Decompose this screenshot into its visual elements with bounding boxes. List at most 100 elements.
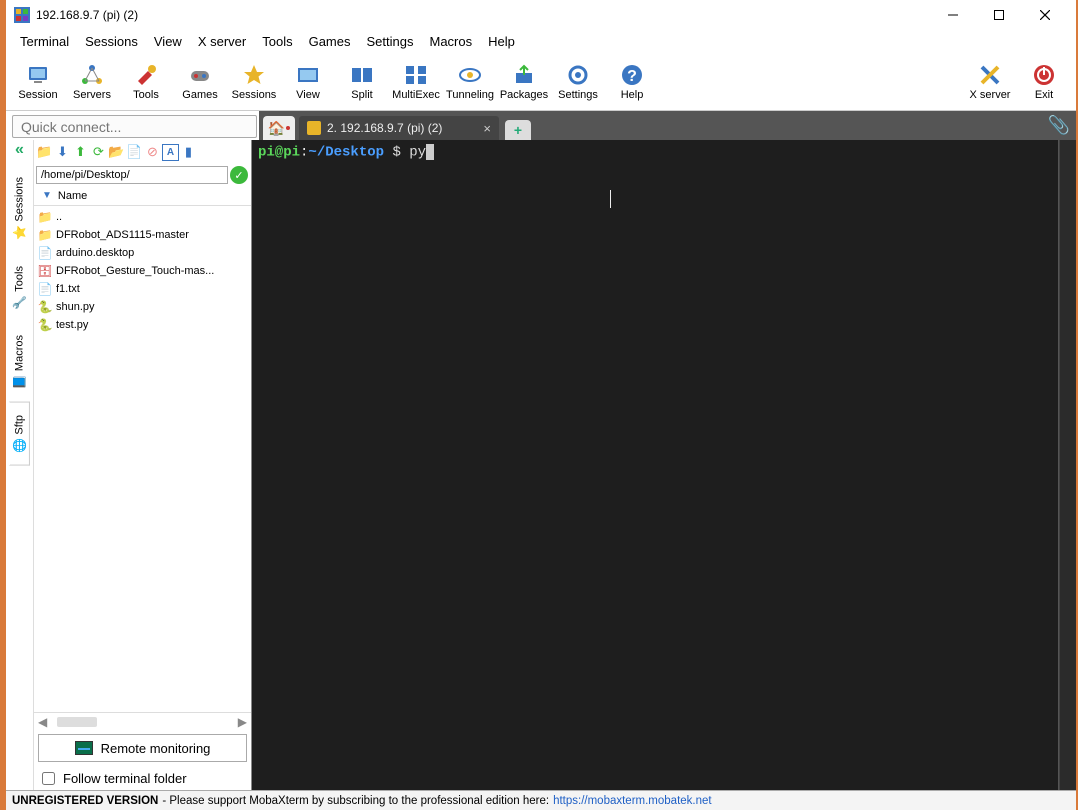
tb-label: Tunneling [446, 89, 494, 101]
tb-split[interactable]: Split [336, 56, 388, 108]
file-icon: 📄 [38, 246, 52, 260]
terminal-cursor [426, 144, 434, 160]
side-tab-sftp[interactable]: 🌐Sftp [9, 402, 30, 466]
terminal-vscrollbar[interactable] [1059, 140, 1076, 790]
titlebar: 192.168.9.7 (pi) (2) [6, 0, 1076, 30]
terminal-tab[interactable]: 2. 192.168.9.7 (pi) (2) × [299, 116, 499, 140]
side-tab-sessions[interactable]: ⭐ Sessions [9, 164, 30, 253]
new-folder-icon[interactable]: 📂 [108, 144, 125, 161]
file-row[interactable]: 📁DFRobot_ADS1115-master [34, 226, 251, 244]
menu-terminal[interactable]: Terminal [12, 32, 77, 51]
tb-settings[interactable]: Settings [552, 56, 604, 108]
multiexec-icon [404, 63, 428, 87]
side-tab-label: Sftp [13, 415, 25, 435]
scroll-right-icon[interactable]: ▶ [238, 715, 247, 729]
file-name: shun.py [56, 301, 95, 313]
text-icon[interactable]: A [162, 144, 179, 161]
tools-icon: 🔧 [12, 295, 26, 310]
tb-exit[interactable]: Exit [1018, 56, 1070, 108]
menu-help[interactable]: Help [480, 32, 523, 51]
menu-view[interactable]: View [146, 32, 190, 51]
new-tab-button[interactable]: + [505, 120, 531, 140]
check-icon: ✓ [230, 166, 248, 184]
side-tab-macros[interactable]: 📘Macros [9, 322, 30, 402]
file-row[interactable]: 🐍shun.py [34, 298, 251, 316]
tb-label: Packages [500, 89, 548, 101]
home-icon: 🏠 [268, 120, 285, 137]
tab-close-icon[interactable]: × [483, 121, 491, 136]
file-row[interactable]: 🗄DFRobot_Gesture_Touch-mas... [34, 262, 251, 280]
tb-label: Servers [73, 89, 111, 101]
tb-tunneling[interactable]: Tunneling [444, 56, 496, 108]
tb-packages[interactable]: Packages [498, 56, 550, 108]
follow-terminal-checkbox[interactable] [42, 772, 55, 785]
new-file-icon[interactable]: 📄 [126, 144, 143, 161]
status-link[interactable]: https://mobaxterm.mobatek.net [553, 795, 712, 807]
file-row-up[interactable]: 📁.. [34, 208, 251, 226]
tb-view[interactable]: View [282, 56, 334, 108]
tb-servers[interactable]: Servers [66, 56, 118, 108]
menubar: Terminal Sessions View X server Tools Ga… [6, 30, 1076, 52]
tb-multiexec[interactable]: MultiExec [390, 56, 442, 108]
paperclip-icon[interactable]: 📎 [1048, 115, 1070, 136]
tb-session[interactable]: Session [12, 56, 64, 108]
folder-up-icon[interactable]: 📁 [36, 144, 53, 161]
menu-games[interactable]: Games [301, 32, 359, 51]
terminal-pane[interactable]: pi@pi:~/Desktop $ py [252, 140, 1059, 790]
remote-monitoring-button[interactable]: Remote monitoring [38, 734, 247, 762]
tb-xserver[interactable]: X server [964, 56, 1016, 108]
session-icon [26, 63, 50, 87]
scroll-thumb[interactable] [57, 717, 97, 727]
sftp-panel: 📁 ⬇ ⬆ ⟳ 📂 📄 ⊘ A ▮ ✓ ▼ Name 📁.. 📁DFRobot_… [34, 140, 252, 790]
side-tab-label: Sessions [13, 177, 25, 222]
python-icon: 🐍 [38, 318, 52, 332]
main-area: « ⭐ Sessions 🔧Tools 📘Macros 🌐Sftp 📁 ⬇ ⬆ ⟳… [6, 140, 1076, 790]
file-row[interactable]: 🐍test.py [34, 316, 251, 334]
menu-settings[interactable]: Settings [359, 32, 422, 51]
menu-xserver[interactable]: X server [190, 32, 254, 51]
collapse-sidebar-button[interactable]: « [15, 142, 24, 160]
tb-label: Split [351, 89, 372, 101]
tb-label: Games [182, 89, 217, 101]
properties-icon[interactable]: ▮ [180, 144, 197, 161]
terminal-tab-label: 2. 192.168.9.7 (pi) (2) [327, 121, 442, 135]
folder-icon: 📁 [38, 228, 52, 242]
download-icon[interactable]: ⬇ [54, 144, 71, 161]
refresh-icon[interactable]: ⟳ [90, 144, 107, 161]
sftp-path-input[interactable] [36, 166, 228, 184]
home-tab[interactable]: 🏠 [263, 116, 295, 140]
side-tab-tools[interactable]: 🔧Tools [9, 253, 30, 323]
minimize-button[interactable] [930, 0, 976, 30]
file-name: f1.txt [56, 283, 80, 295]
tb-label: Help [621, 89, 644, 101]
tb-games[interactable]: Games [174, 56, 226, 108]
menu-sessions[interactable]: Sessions [77, 32, 146, 51]
remote-monitoring-label: Remote monitoring [101, 741, 211, 756]
file-row[interactable]: 📄arduino.desktop [34, 244, 251, 262]
terminal-tab-icon [307, 121, 321, 135]
prompt-dollar: $ [384, 145, 409, 161]
scroll-left-icon[interactable]: ◀ [38, 715, 47, 729]
quick-connect-input[interactable] [12, 115, 257, 138]
tb-tools[interactable]: Tools [120, 56, 172, 108]
monitor-icon [75, 741, 93, 755]
star-icon: ⭐ [12, 225, 26, 240]
menu-tools[interactable]: Tools [254, 32, 300, 51]
terminal-command: py [409, 145, 426, 161]
tb-label: MultiExec [392, 89, 440, 101]
menu-macros[interactable]: Macros [421, 32, 480, 51]
macros-icon: 📘 [12, 375, 26, 390]
delete-icon[interactable]: ⊘ [144, 144, 161, 161]
sftp-list-header[interactable]: ▼ Name [34, 186, 251, 206]
file-row[interactable]: 📄f1.txt [34, 280, 251, 298]
close-button[interactable] [1022, 0, 1068, 30]
tb-sessions[interactable]: Sessions [228, 56, 280, 108]
servers-icon [80, 63, 104, 87]
hscrollbar[interactable]: ◀ ▶ [34, 712, 251, 730]
gear-icon [566, 63, 590, 87]
packages-icon [512, 63, 536, 87]
maximize-button[interactable] [976, 0, 1022, 30]
toolbar: Session Servers Tools Games Sessions Vie… [6, 52, 1076, 110]
tb-help[interactable]: ?Help [606, 56, 658, 108]
upload-icon[interactable]: ⬆ [72, 144, 89, 161]
